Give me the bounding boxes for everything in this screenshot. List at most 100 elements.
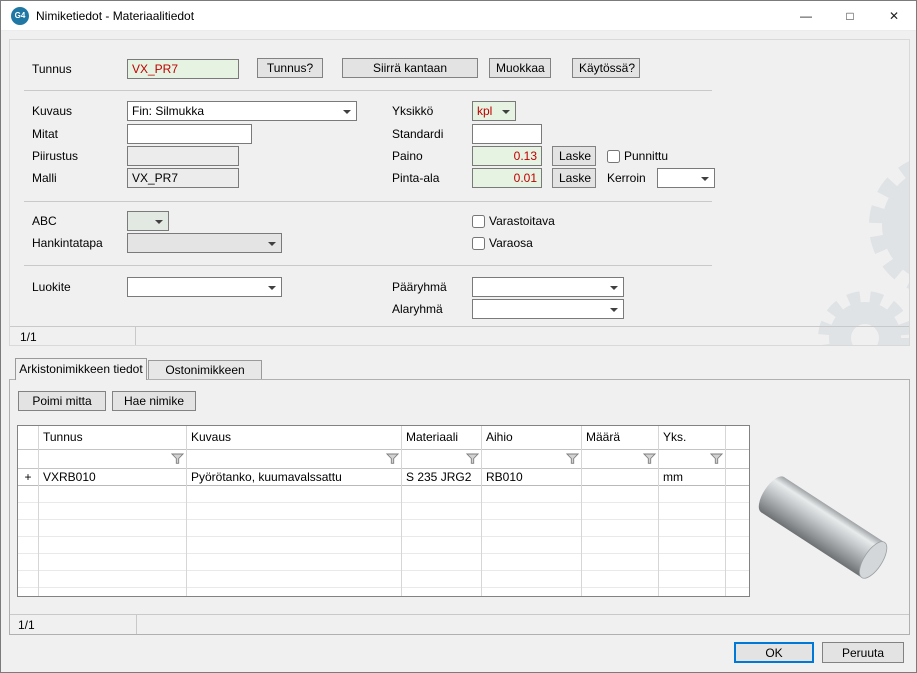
- filter-funnel-icon[interactable]: [171, 453, 184, 465]
- kerroin-label: Kerroin: [607, 168, 646, 188]
- abc-select[interactable]: [127, 211, 169, 231]
- filter-aihio: [481, 450, 581, 468]
- tab-ostonimikkeen-tiedot[interactable]: Ostonimikkeen tiedot: [148, 360, 262, 379]
- header-materiaali[interactable]: Materiaali: [401, 426, 481, 449]
- ok-button[interactable]: OK: [734, 642, 814, 663]
- filter-kuvaus: [186, 450, 401, 468]
- kuvaus-select[interactable]: Fin: Silmukka: [127, 101, 357, 121]
- paino-label: Paino: [392, 146, 423, 166]
- hankintatapa-select[interactable]: [127, 233, 282, 253]
- separator: [24, 265, 712, 266]
- header-maara[interactable]: Määrä: [581, 426, 658, 449]
- filter-materiaali: [401, 450, 481, 468]
- alaryhma-label: Alaryhmä: [392, 299, 443, 319]
- filter-funnel-icon[interactable]: [386, 453, 399, 465]
- table-row[interactable]: + VXRB010 Pyörötanko, kuumavalssattu S 2…: [18, 469, 749, 486]
- table-header-row: Tunnus Kuvaus Materiaali Aihio Määrä Yks…: [18, 426, 749, 450]
- close-icon[interactable]: ✕: [872, 1, 916, 31]
- pinta-ala-input[interactable]: [472, 168, 542, 188]
- paaryhma-label: Pääryhmä: [392, 277, 447, 297]
- arkistonimike-tab-page: Poimi mitta Hae nimike Tunnus Kuvaus Mat…: [9, 379, 910, 635]
- punnittu-checkbox[interactable]: [607, 150, 620, 163]
- cell-tunnus: VXRB010: [38, 469, 186, 485]
- tunnus-input[interactable]: [127, 59, 239, 79]
- cell-aihio: RB010: [481, 469, 581, 485]
- column-divider: [38, 426, 39, 596]
- nimiketiedot-dialog: G4 Nimiketiedot - Materiaalitiedot — □ ✕…: [0, 0, 917, 673]
- row-expand-toggle[interactable]: +: [18, 469, 38, 485]
- filter-expand: [18, 450, 38, 468]
- luokite-select[interactable]: [127, 277, 282, 297]
- mitat-input[interactable]: [127, 124, 252, 144]
- kaytossa-button[interactable]: Käytössä?: [572, 58, 640, 78]
- items-table: Tunnus Kuvaus Materiaali Aihio Määrä Yks…: [17, 425, 750, 597]
- malli-input[interactable]: [127, 168, 239, 188]
- column-divider: [186, 426, 187, 596]
- punnittu-checkbox-row: Punnittu: [607, 148, 668, 164]
- filter-funnel-icon[interactable]: [643, 453, 656, 465]
- header-expand: [18, 426, 38, 449]
- pinta-ala-label: Pinta-ala: [392, 168, 439, 188]
- cell-kuvaus: Pyörötanko, kuumavalssattu: [186, 469, 401, 485]
- standardi-input[interactable]: [472, 124, 542, 144]
- filter-funnel-icon[interactable]: [566, 453, 579, 465]
- mitat-label: Mitat: [32, 124, 58, 144]
- cancel-button[interactable]: Peruuta: [822, 642, 904, 663]
- tunnus-question-button[interactable]: Tunnus?: [257, 58, 323, 78]
- kerroin-select[interactable]: [657, 168, 715, 188]
- column-divider: [581, 426, 582, 596]
- paaryhma-select[interactable]: [472, 277, 624, 297]
- varastoitava-checkbox-row: Varastoitava: [472, 213, 555, 229]
- poimi-mitta-button[interactable]: Poimi mitta: [18, 391, 106, 411]
- varastoitava-checkbox[interactable]: [472, 215, 485, 228]
- form-pager: 1/1: [20, 328, 37, 346]
- pager-divider: [10, 326, 909, 327]
- header-kuvaus[interactable]: Kuvaus: [186, 426, 401, 449]
- punnittu-label: Punnittu: [624, 149, 668, 163]
- header-aihio[interactable]: Aihio: [481, 426, 581, 449]
- laske-pinta-ala-button[interactable]: Laske: [552, 168, 596, 188]
- app-icon: G4: [11, 7, 29, 25]
- hankintatapa-label: Hankintatapa: [32, 233, 103, 253]
- yksikko-select[interactable]: kpl: [472, 101, 516, 121]
- muokkaa-button[interactable]: Muokkaa: [489, 58, 551, 78]
- maximize-icon[interactable]: □: [828, 1, 872, 31]
- kuvaus-label: Kuvaus: [32, 101, 72, 121]
- header-tunnus[interactable]: Tunnus: [38, 426, 186, 449]
- separator: [24, 90, 712, 91]
- column-divider: [725, 426, 726, 596]
- pager-divider: [10, 614, 909, 615]
- piirustus-label: Piirustus: [32, 146, 78, 166]
- filter-spacer: [725, 450, 749, 468]
- header-yks[interactable]: Yks.: [658, 426, 725, 449]
- luokite-label: Luokite: [32, 277, 71, 297]
- hae-nimike-button[interactable]: Hae nimike: [112, 391, 196, 411]
- filter-funnel-icon[interactable]: [466, 453, 479, 465]
- header-spacer: [725, 426, 749, 449]
- column-divider: [481, 426, 482, 596]
- cell-yks: mm: [658, 469, 725, 485]
- filter-maara: [581, 450, 658, 468]
- separator: [24, 201, 712, 202]
- alaryhma-select[interactable]: [472, 299, 624, 319]
- piirustus-input[interactable]: [127, 146, 239, 166]
- pager-divider-vertical: [136, 614, 137, 634]
- varaosa-label: Varaosa: [489, 236, 533, 250]
- column-divider: [658, 426, 659, 596]
- tunnus-label: Tunnus: [32, 59, 72, 79]
- siirra-kantaan-button[interactable]: Siirrä kantaan: [342, 58, 478, 78]
- tab-arkistonimikkeen-tiedot[interactable]: Arkistonimikkeen tiedot: [15, 358, 147, 380]
- laske-paino-button[interactable]: Laske: [552, 146, 596, 166]
- material-form-panel: Tunnus Tunnus? Siirrä kantaan Muokkaa Kä…: [9, 39, 910, 346]
- varaosa-checkbox[interactable]: [472, 237, 485, 250]
- malli-label: Malli: [32, 168, 57, 188]
- titlebar: G4 Nimiketiedot - Materiaalitiedot — □ ✕: [1, 1, 916, 31]
- window-title: Nimiketiedot - Materiaalitiedot: [36, 9, 784, 23]
- filter-funnel-icon[interactable]: [710, 453, 723, 465]
- paino-input[interactable]: [472, 146, 542, 166]
- minimize-icon[interactable]: —: [784, 1, 828, 31]
- abc-label: ABC: [32, 211, 57, 231]
- table-pager: 1/1: [18, 616, 35, 634]
- cell-spacer: [725, 469, 749, 485]
- gear-watermark: [810, 110, 910, 346]
